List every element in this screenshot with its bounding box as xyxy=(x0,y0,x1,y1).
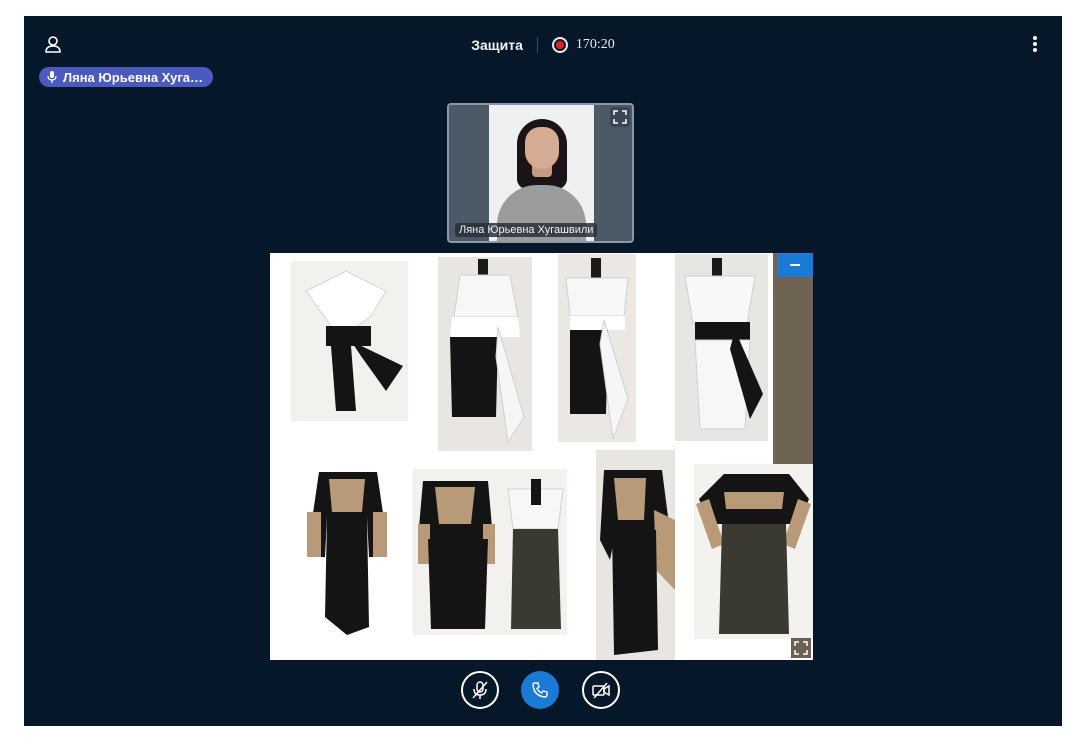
webcam-video[interactable]: Ляна Юрьевна Хугашвили xyxy=(447,103,634,243)
minimize-presentation-button[interactable] xyxy=(777,253,813,277)
record-icon xyxy=(551,37,568,53)
recording-time: 170:20 xyxy=(575,37,615,52)
more-vertical-icon xyxy=(1033,36,1037,40)
phone-icon xyxy=(532,682,548,698)
conference-window: Защита 170:20 Ляна Юрьевна Хуга… Ляна Юр… xyxy=(24,16,1062,726)
webcam-name-label: Ляна Юрьевна Хугашвили xyxy=(455,223,598,237)
recording-indicator[interactable]: 170:20 xyxy=(551,37,615,53)
outfit-photo-8 xyxy=(694,464,813,639)
meeting-header: Защита 170:20 xyxy=(24,34,1062,56)
divider xyxy=(536,37,538,53)
outfit-photo-4 xyxy=(675,254,768,441)
outfit-photo-1 xyxy=(291,261,408,421)
camera-off-icon xyxy=(592,682,610,699)
share-webcam-button[interactable] xyxy=(582,671,620,709)
options-menu-button[interactable] xyxy=(1032,36,1038,54)
microphone-icon xyxy=(47,71,57,83)
expand-icon xyxy=(613,110,627,124)
outfit-photo-6 xyxy=(413,469,567,635)
expand-icon xyxy=(794,641,808,655)
leave-audio-button[interactable] xyxy=(521,671,559,709)
outfit-photo-3 xyxy=(558,254,636,442)
unmute-microphone-button[interactable] xyxy=(461,671,499,709)
talker-name: Ляна Юрьевна Хуга… xyxy=(63,69,204,85)
talking-indicator[interactable]: Ляна Юрьевна Хуга… xyxy=(39,67,214,87)
muted-microphone-icon xyxy=(472,681,488,699)
outfit-photo-2 xyxy=(438,257,532,451)
outfit-photo-5 xyxy=(307,457,389,637)
outfit-photo-7 xyxy=(596,450,675,660)
meeting-title: Защита xyxy=(471,37,523,53)
presentation-slide xyxy=(270,253,813,660)
fullscreen-webcam-button[interactable] xyxy=(610,107,630,127)
slide-photo-background xyxy=(773,253,813,465)
fullscreen-presentation-button[interactable] xyxy=(791,638,811,658)
